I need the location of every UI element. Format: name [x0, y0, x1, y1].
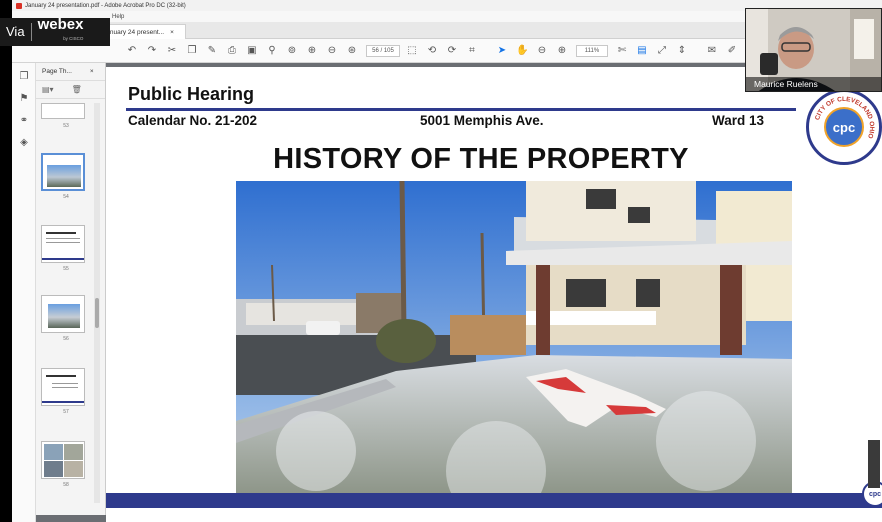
undo-icon[interactable]: ↶ — [126, 45, 138, 57]
ward-number: Ward 13 — [712, 113, 765, 128]
acrobat-icon — [16, 2, 22, 9]
thumbnail-tools: ▤▾ 🗑 — [36, 81, 105, 99]
page-number-field[interactable]: 56 / 105 — [366, 45, 400, 57]
thumbnail-scrollbar[interactable] — [94, 103, 100, 503]
thumbnail-panel-header: Page Th... × — [36, 63, 105, 81]
window-title: January 24 presentation.pdf - Adobe Acro… — [25, 2, 186, 9]
binoculars-icon[interactable]: ⚲ — [266, 45, 278, 57]
redo-icon[interactable]: ↷ — [146, 45, 158, 57]
page-up-icon[interactable]: ⊕ — [306, 45, 318, 57]
thumbnail-page-number: 55 — [63, 266, 69, 272]
slide-footer-band — [106, 493, 882, 508]
edit-icon[interactable]: ✎ — [206, 45, 218, 57]
thumbnail-options-icon[interactable]: ▤▾ — [42, 85, 54, 94]
menu-help[interactable]: Help — [112, 14, 124, 20]
crop-icon[interactable]: ⌗ — [466, 45, 478, 57]
seal-ring-text: CITY OF CLEVELAND OHIO — [814, 96, 875, 139]
webex-by-cisco: by CISCO — [63, 36, 84, 41]
panel-close-icon[interactable]: × — [90, 68, 94, 75]
print-icon[interactable]: ⎙ — [226, 45, 238, 57]
cursor-icon[interactable]: ➤ — [496, 45, 508, 57]
slide-header-title: Public Hearing — [128, 84, 255, 104]
webex-via-label: Via — [0, 23, 32, 41]
thumbnail-page-number: 58 — [63, 482, 69, 488]
fill-sign-icon[interactable]: ▤ — [636, 45, 648, 57]
thumbnail-panel: Page Th... × ▤▾ 🗑 53 54 55 56 57 58 — [36, 63, 106, 515]
last-page-icon[interactable]: ⊛ — [346, 45, 358, 57]
slide-main-title: HISTORY OF THE PROPERTY — [273, 143, 689, 175]
copy-icon[interactable]: ❐ — [186, 45, 198, 57]
scrollbar-thumb[interactable] — [95, 298, 99, 328]
thumbnail-page-number: 57 — [63, 409, 69, 415]
property-address: 5001 Memphis Ave. — [420, 113, 544, 128]
cut-icon[interactable]: ✂ — [166, 45, 178, 57]
rotate-right-icon[interactable]: ⟳ — [446, 45, 458, 57]
layers-icon[interactable]: ◈ — [18, 137, 30, 149]
zoom-in-icon[interactable]: ⊕ — [556, 45, 568, 57]
hand-tool-icon[interactable]: ✋ — [516, 45, 528, 57]
bookmark-icon[interactable]: ⚑ — [18, 93, 30, 105]
select-tool-icon[interactable]: ⬚ — [406, 45, 418, 57]
webex-logo: webex by CISCO — [32, 16, 84, 46]
page-down-icon[interactable]: ⊖ — [326, 45, 338, 57]
header-rule — [126, 108, 796, 111]
stamp-icon[interactable]: ▣ — [246, 45, 258, 57]
left-navigation: ❐ ⚑ ⚭ ◈ — [12, 63, 36, 522]
zoom-out-icon[interactable]: ⊖ — [536, 45, 548, 57]
webex-brand-text: webex — [37, 16, 84, 33]
zoom-field[interactable]: 111% — [576, 45, 608, 57]
thumbnail-page-number: 56 — [63, 336, 69, 342]
comment-icon[interactable]: ✉ — [706, 45, 718, 57]
participant-name: Maurice Ruelens — [746, 77, 881, 91]
webex-banner: Via webex by CISCO — [0, 16, 110, 46]
page-thumbnail[interactable] — [41, 225, 85, 263]
delete-icon[interactable]: 🗑 — [72, 85, 82, 94]
thumbnail-page-number: 54 — [63, 194, 69, 200]
page-thumbnail[interactable] — [41, 295, 85, 333]
first-page-icon[interactable]: ⊚ — [286, 45, 298, 57]
property-photo-graphic — [236, 181, 792, 493]
page-thumbnail[interactable] — [41, 153, 85, 191]
tab-close-icon[interactable]: × — [170, 29, 174, 36]
scroll-mode-icon[interactable]: ⇕ — [676, 45, 688, 57]
highlight-icon[interactable]: ✐ — [726, 45, 738, 57]
page-thumbnails-icon[interactable]: ❐ — [18, 71, 30, 83]
fit-page-icon[interactable]: ⤢ — [656, 45, 668, 57]
page-thumbnail[interactable] — [41, 368, 85, 406]
attachment-icon[interactable]: ⚭ — [18, 115, 30, 127]
page-thumbnail[interactable] — [41, 103, 85, 119]
page-thumbnail[interactable] — [41, 441, 85, 479]
rotate-left-icon[interactable]: ⟲ — [426, 45, 438, 57]
tools-icon[interactable]: ✄ — [616, 45, 628, 57]
thumbnail-page-number: 53 — [63, 123, 69, 129]
slide-page: Public Hearing Calendar No. 21-202 5001 … — [106, 67, 882, 522]
svg-text:CITY OF CLEVELAND OHIO: CITY OF CLEVELAND OHIO — [814, 96, 875, 139]
document-tab-label: January 24 present... — [103, 28, 165, 36]
thumbnail-panel-title: Page Th... — [42, 68, 72, 75]
calendar-number: Calendar No. 21-202 — [128, 113, 258, 128]
participant-video-tile[interactable]: Maurice Ruelens — [745, 8, 882, 92]
property-photo — [236, 181, 792, 493]
document-scrollbar[interactable] — [868, 440, 880, 488]
document-area: Public Hearing Calendar No. 21-202 5001 … — [106, 63, 882, 522]
